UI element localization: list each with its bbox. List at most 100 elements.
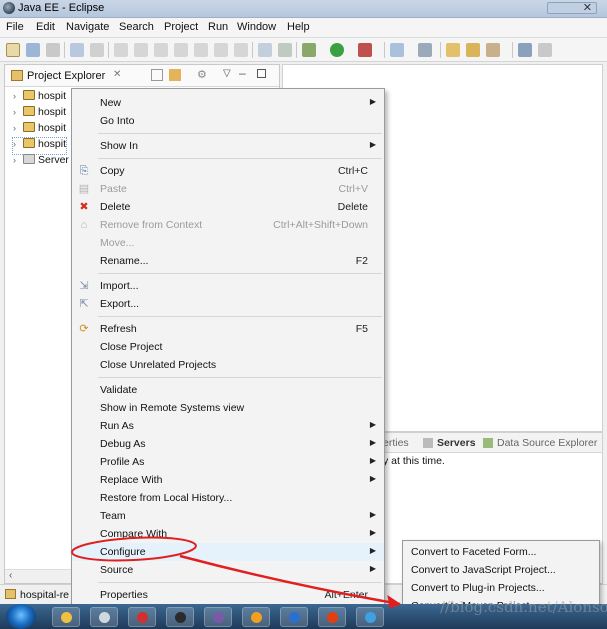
save-icon[interactable] xyxy=(26,43,40,57)
tree-item[interactable]: › hospit xyxy=(13,90,66,106)
open-type-icon[interactable] xyxy=(446,43,460,57)
step-into-icon[interactable] xyxy=(194,43,208,57)
menu-item-remove-from-context[interactable]: ⌂ Remove from Context Ctrl+Alt+Shift+Down xyxy=(72,216,384,234)
close-icon[interactable]: ✕ xyxy=(583,1,592,14)
menu-item-label: Restore from Local History... xyxy=(100,492,233,504)
menu-item-team[interactable]: Team ▶ xyxy=(72,507,384,525)
window-controls[interactable]: ✕ xyxy=(547,2,597,14)
tab-data-source-explorer[interactable]: Data Source Explorer xyxy=(497,437,597,449)
search-icon[interactable] xyxy=(538,43,552,57)
view-menu-icon[interactable]: ▽ xyxy=(223,68,231,79)
taskbar-app[interactable] xyxy=(280,607,308,627)
menu-item-new[interactable]: New ▶ xyxy=(72,94,384,112)
menu-item-profile-as[interactable]: Profile As ▶ xyxy=(72,453,384,471)
new-icon[interactable] xyxy=(6,43,20,57)
chevron-right-icon[interactable]: › xyxy=(13,123,23,133)
taskbar-app[interactable] xyxy=(52,607,80,627)
explorer-tab[interactable]: Project Explorer ✕ ⚙ ▽ – xyxy=(5,65,279,87)
menu-item-properties[interactable]: Properties Alt+Enter xyxy=(72,586,384,604)
menu-item-replace-with[interactable]: Replace With ▶ xyxy=(72,471,384,489)
menu-run[interactable]: Run xyxy=(208,21,228,33)
tree-item-selected[interactable]: › hospit xyxy=(11,137,68,155)
step-return-icon[interactable] xyxy=(234,43,248,57)
globe-icon[interactable] xyxy=(518,43,532,57)
taskbar-app[interactable] xyxy=(242,607,270,627)
data-source-icon xyxy=(483,438,493,448)
menu-navigate[interactable]: Navigate xyxy=(66,21,109,33)
terminate-icon[interactable] xyxy=(154,43,168,57)
terminal-icon[interactable] xyxy=(70,43,84,57)
step-over-icon[interactable] xyxy=(214,43,228,57)
new-server-icon[interactable] xyxy=(390,43,404,57)
menu-item-delete[interactable]: ✖ Delete Delete xyxy=(72,198,384,216)
save-all-icon[interactable] xyxy=(46,43,60,57)
chevron-right-icon[interactable]: › xyxy=(13,139,23,149)
java-icon[interactable] xyxy=(278,43,292,57)
menu-item-label: Compare With xyxy=(100,528,168,540)
menu-help[interactable]: Help xyxy=(287,21,310,33)
tab-servers[interactable]: Servers xyxy=(437,437,476,449)
menu-item-export[interactable]: ⇱ Export... xyxy=(72,295,384,313)
menu-item-convert-faceted[interactable]: Convert to Faceted Form... xyxy=(411,546,536,558)
menu-item-compare-with[interactable]: Compare With ▶ xyxy=(72,525,384,543)
menu-item-label: Show In xyxy=(100,140,138,152)
menu-item-go-into[interactable]: Go Into xyxy=(72,112,384,130)
resume-icon[interactable] xyxy=(114,43,128,57)
run-icon[interactable] xyxy=(330,43,344,57)
menu-item-validate[interactable]: Validate xyxy=(72,381,384,399)
menu-item-close-project[interactable]: Close Project xyxy=(72,338,384,356)
menu-item-run-as[interactable]: Run As ▶ xyxy=(72,417,384,435)
menu-item-copy[interactable]: ⎘ Copy Ctrl+C xyxy=(72,162,384,180)
menu-item-refresh[interactable]: ⟳ Refresh F5 xyxy=(72,320,384,338)
menu-item-show-in[interactable]: Show In ▶ xyxy=(72,137,384,155)
external-tools-icon[interactable] xyxy=(358,43,372,57)
menu-edit[interactable]: Edit xyxy=(36,21,55,33)
minimize-icon[interactable]: – xyxy=(239,66,246,80)
taskbar-app[interactable] xyxy=(90,607,118,627)
link-editor-icon[interactable] xyxy=(169,69,181,81)
menu-file[interactable]: File xyxy=(6,21,24,33)
taskbar-app[interactable] xyxy=(128,607,156,627)
open-folder-icon[interactable] xyxy=(466,43,480,57)
menu-item-convert-plugin[interactable]: Convert to Plug-in Projects... xyxy=(411,582,545,594)
filter-icon[interactable]: ⚙ xyxy=(197,68,207,81)
menu-item-restore-from-local-history[interactable]: Restore from Local History... xyxy=(72,489,384,507)
menu-item-source[interactable]: Source ▶ xyxy=(72,561,384,579)
pen-icon[interactable] xyxy=(486,43,500,57)
menu-item-paste[interactable]: ▤ Paste Ctrl+V xyxy=(72,180,384,198)
scroll-left-icon[interactable]: ‹ xyxy=(9,570,12,581)
menu-item-rename[interactable]: Rename... F2 xyxy=(72,252,384,270)
close-icon[interactable]: ✕ xyxy=(113,69,121,80)
menu-item-show-in-remote-systems-view[interactable]: Show in Remote Systems view xyxy=(72,399,384,417)
debug-icon[interactable] xyxy=(302,43,316,57)
menu-project[interactable]: Project xyxy=(164,21,198,33)
disconnect-icon[interactable] xyxy=(174,43,188,57)
chevron-right-icon[interactable]: › xyxy=(13,155,23,165)
suspend-icon[interactable] xyxy=(134,43,148,57)
menu-search[interactable]: Search xyxy=(119,21,154,33)
tab-properties[interactable]: erties xyxy=(383,437,409,449)
menu-item-import[interactable]: ⇲ Import... xyxy=(72,277,384,295)
new-web-icon[interactable] xyxy=(418,43,432,57)
menu-item-configure[interactable]: Configure ▶ xyxy=(72,543,384,561)
skip-breakpoints-icon[interactable] xyxy=(90,43,104,57)
menu-window[interactable]: Window xyxy=(237,21,276,33)
toggle-icon[interactable] xyxy=(258,43,272,57)
start-button[interactable] xyxy=(6,604,36,629)
taskbar-app[interactable] xyxy=(166,607,194,627)
tree-item[interactable]: › Server xyxy=(13,154,69,170)
menu-item-debug-as[interactable]: Debug As ▶ xyxy=(72,435,384,453)
tree-item[interactable]: › hospit xyxy=(13,122,66,138)
maximize-icon[interactable] xyxy=(257,69,266,78)
chevron-right-icon[interactable]: › xyxy=(13,107,23,117)
menu-item-convert-javascript[interactable]: Convert to JavaScript Project... xyxy=(411,564,556,576)
menu-item-label: Profile As xyxy=(100,456,145,468)
menu-item-close-unrelated-projects[interactable]: Close Unrelated Projects xyxy=(72,356,384,374)
taskbar-app[interactable] xyxy=(318,607,346,627)
collapse-all-icon[interactable] xyxy=(151,69,163,81)
taskbar-app[interactable] xyxy=(356,607,384,627)
taskbar-app[interactable] xyxy=(204,607,232,627)
tree-item[interactable]: › hospit xyxy=(13,106,66,122)
chevron-right-icon[interactable]: › xyxy=(13,91,23,101)
menu-item-move[interactable]: Move... xyxy=(72,234,384,252)
